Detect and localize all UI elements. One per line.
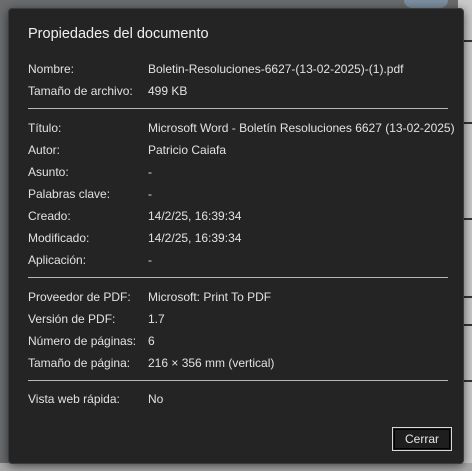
- document-logo-fragment: [404, 0, 448, 8]
- property-label: Título:: [28, 121, 62, 135]
- property-value: 1.7: [148, 312, 165, 326]
- property-label: Número de páginas:: [28, 334, 137, 348]
- property-label: Proveedor de PDF:: [28, 290, 131, 304]
- property-row-subject: Asunto: -: [28, 161, 448, 183]
- property-row-created: Creado: 14/2/25, 16:39:34: [28, 205, 448, 227]
- property-row-keywords: Palabras clave: -: [28, 183, 448, 205]
- property-label: Asunto:: [28, 165, 69, 179]
- property-value: 14/2/25, 16:39:34: [148, 209, 242, 223]
- property-value: -: [148, 253, 152, 267]
- web-section: Vista web rápida: No: [28, 388, 448, 410]
- property-value: 216 × 356 mm (vertical): [148, 356, 275, 370]
- property-label: Tamaño de página:: [28, 356, 131, 370]
- property-label: Creado:: [28, 209, 71, 223]
- property-value: Microsoft Word - Boletín Resoluciones 66…: [148, 121, 455, 135]
- property-row-pdf-version: Versión de PDF: 1.7: [28, 308, 448, 330]
- property-label: Tamaño de archivo:: [28, 84, 133, 98]
- property-value: 499 KB: [148, 84, 188, 98]
- property-label: Palabras clave:: [28, 187, 111, 201]
- divider: [28, 380, 448, 381]
- divider: [28, 108, 448, 109]
- property-value: Microsoft: Print To PDF: [148, 290, 272, 304]
- property-value: Boletin-Resoluciones-6627-(13-02-2025)-(…: [148, 62, 404, 76]
- property-value: No: [148, 392, 164, 406]
- property-row-fast-web-view: Vista web rápida: No: [28, 388, 448, 410]
- property-row-application: Aplicación: -: [28, 249, 448, 271]
- property-row-author: Autor: Patricio Caiafa: [28, 139, 448, 161]
- property-value: Patricio Caiafa: [148, 143, 227, 157]
- property-value: -: [148, 165, 152, 179]
- property-row-title: Título: Microsoft Word - Boletín Resoluc…: [28, 117, 455, 139]
- document-properties-dialog: Propiedades del documento Nombre: Boleti…: [8, 8, 464, 464]
- property-label: Autor:: [28, 143, 61, 157]
- property-row-page-count: Número de páginas: 6: [28, 330, 448, 352]
- file-section: Nombre: Boletin-Resoluciones-6627-(13-02…: [28, 58, 448, 102]
- divider: [28, 277, 448, 278]
- property-row-pdf-producer: Proveedor de PDF: Microsoft: Print To PD…: [28, 286, 448, 308]
- document-page-bottom: [0, 463, 472, 471]
- property-row-modified: Modificado: 14/2/25, 16:39:34: [28, 227, 448, 249]
- close-button[interactable]: Cerrar: [392, 427, 452, 451]
- description-section: Título: Microsoft Word - Boletín Resoluc…: [28, 117, 455, 271]
- dialog-title: Propiedades del documento: [28, 26, 209, 42]
- property-row-page-size: Tamaño de página: 216 × 356 mm (vertical…: [28, 352, 448, 374]
- property-label: Versión de PDF:: [28, 312, 116, 326]
- property-row-name: Nombre: Boletin-Resoluciones-6627-(13-02…: [28, 58, 448, 80]
- property-value: 14/2/25, 16:39:34: [148, 231, 242, 245]
- property-label: Modificado:: [28, 231, 90, 245]
- property-label: Nombre:: [28, 62, 75, 76]
- property-value: 6: [148, 334, 155, 348]
- property-label: Aplicación:: [28, 253, 87, 267]
- property-label: Vista web rápida:: [28, 392, 120, 406]
- property-value: -: [148, 187, 152, 201]
- property-row-file-size: Tamaño de archivo: 499 KB: [28, 80, 448, 102]
- pdf-section: Proveedor de PDF: Microsoft: Print To PD…: [28, 286, 448, 374]
